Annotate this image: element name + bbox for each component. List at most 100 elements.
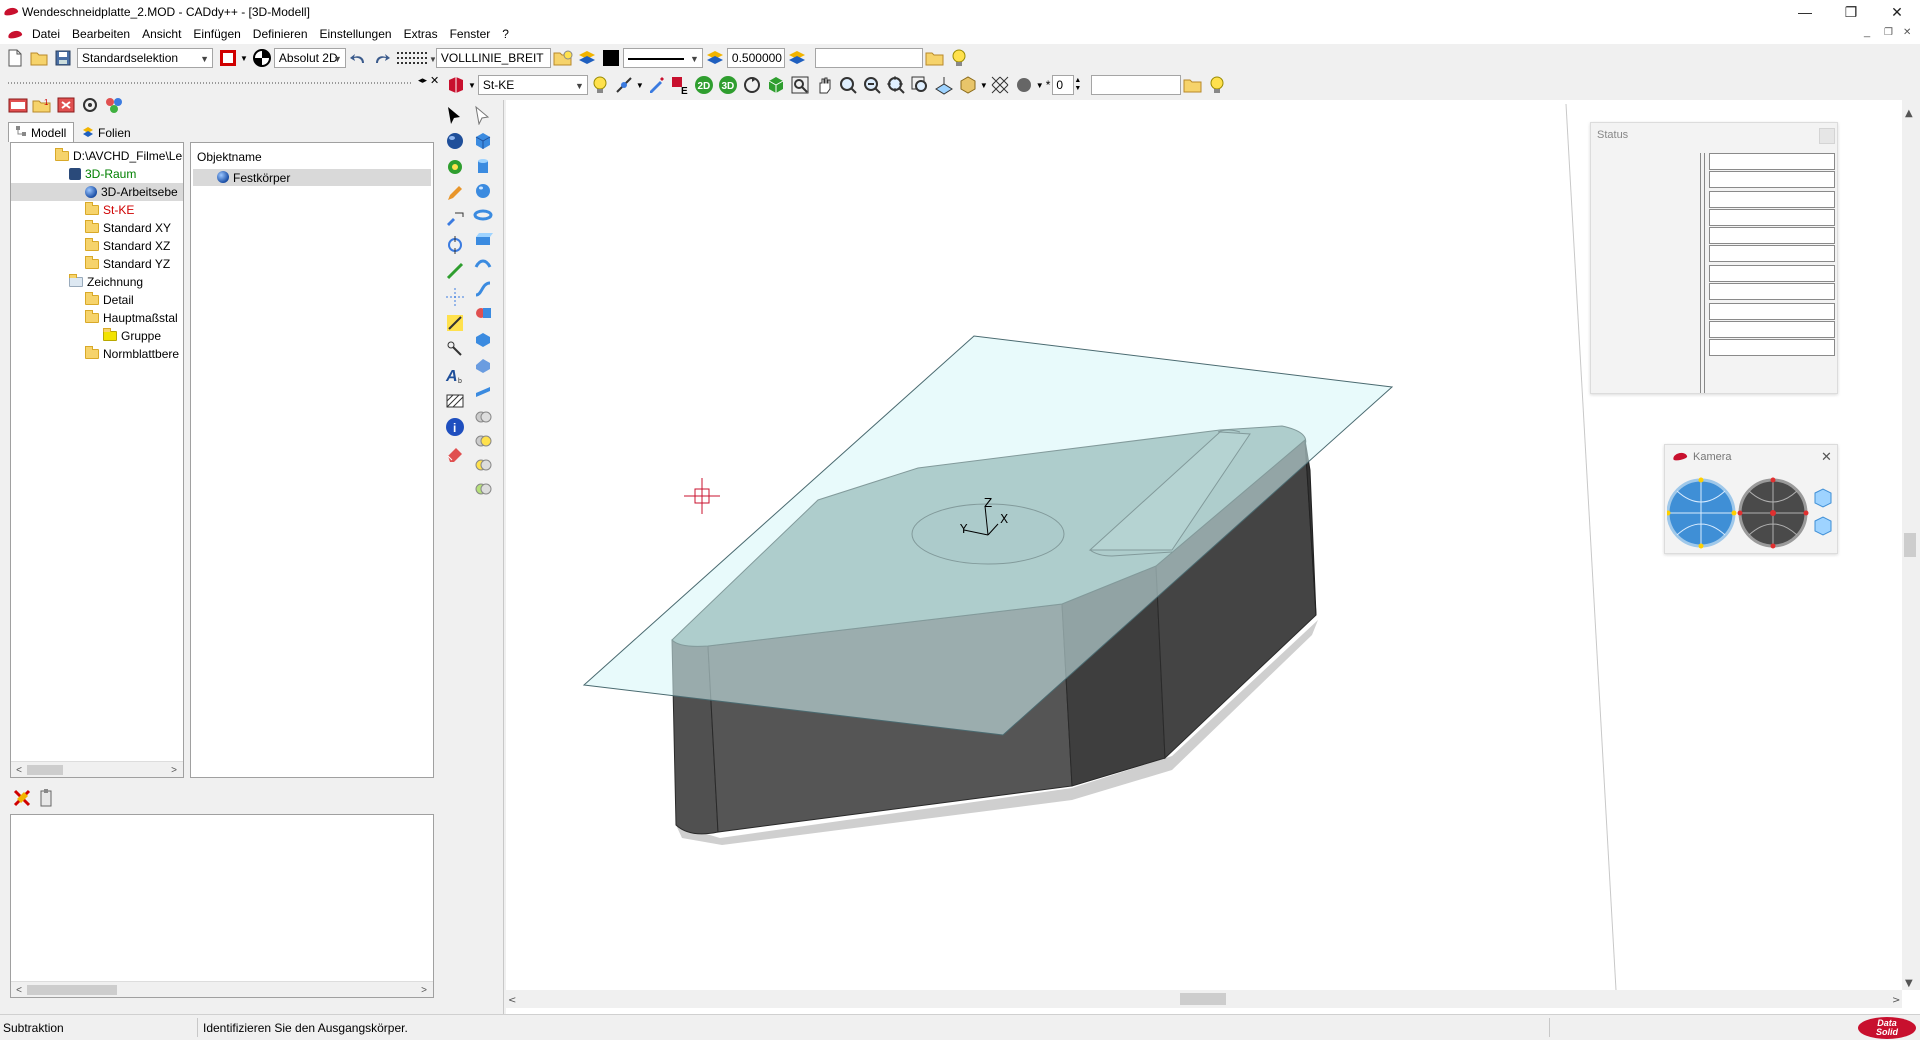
tree-item[interactable]: 3D-Arbeitsebe [11, 183, 183, 201]
text-tool-icon[interactable]: Ab [444, 364, 466, 386]
box-view-icon[interactable] [957, 74, 979, 96]
menu-einfuegen[interactable]: Einfügen [187, 27, 246, 41]
tree-horizontal-scrollbar[interactable]: < > [11, 761, 183, 777]
lightbulb-icon[interactable] [948, 47, 970, 69]
tree-item[interactable]: D:\AVCHD_Filme\Lern [55, 147, 183, 165]
eraser-icon[interactable] [444, 442, 466, 464]
minimize-button[interactable]: — [1782, 0, 1828, 24]
close-button[interactable]: ✕ [1874, 0, 1920, 24]
delete-attribute-icon[interactable] [11, 787, 33, 809]
tab-modell[interactable]: Modell [8, 122, 74, 142]
status-value-field[interactable] [1709, 171, 1835, 188]
chevron-down-icon[interactable]: ▼ [240, 54, 248, 63]
spin-value-field[interactable]: 0 [1052, 75, 1075, 95]
status-value-field[interactable] [1709, 321, 1835, 338]
layers-icon[interactable] [704, 47, 726, 69]
view-plane-icon[interactable] [933, 74, 955, 96]
linestyle-select[interactable]: ▼ [622, 48, 703, 68]
linetype-field[interactable]: VOLLLINIE_BREIT [435, 48, 551, 68]
hatch-tool-icon[interactable] [444, 390, 466, 412]
scroll-right-icon[interactable]: > [167, 763, 181, 777]
properties-icon[interactable] [103, 94, 125, 116]
tree-item[interactable]: Detail [85, 291, 134, 309]
status-value-field[interactable] [1709, 209, 1835, 226]
line-width-field[interactable]: 0.500000 [726, 48, 785, 68]
tree-item[interactable]: Standard XY [85, 219, 171, 237]
tree-item[interactable]: Gruppe [103, 327, 161, 345]
view-3d-button[interactable]: 3D [717, 74, 739, 96]
status-value-field[interactable] [1709, 227, 1835, 244]
pick-pen-icon[interactable] [645, 74, 667, 96]
menu-einstellungen[interactable]: Einstellungen [314, 27, 398, 41]
layers-icon[interactable] [576, 47, 598, 69]
split-icon[interactable] [472, 478, 494, 500]
render-sphere-icon[interactable] [1013, 74, 1035, 96]
undo-icon[interactable] [347, 47, 369, 69]
panel-close-icon[interactable]: ✕ [430, 74, 439, 87]
symbol-tool-icon[interactable] [444, 338, 466, 360]
menu-definieren[interactable]: Definieren [247, 27, 314, 41]
zoom-out-icon[interactable] [861, 74, 883, 96]
pan-hand-icon[interactable] [813, 74, 835, 96]
tree-item[interactable]: Standard XZ [85, 237, 170, 255]
status-value-field[interactable] [1709, 303, 1835, 320]
edge-e-icon[interactable]: E [669, 74, 691, 96]
snap-point-icon[interactable] [613, 74, 635, 96]
camera-orbit-globe[interactable] [1667, 477, 1737, 549]
tree-item[interactable]: Normblattbere [85, 345, 179, 363]
object-list-item[interactable]: Festkörper [193, 169, 431, 186]
view-2d-button[interactable]: 2D [693, 74, 715, 96]
paste-attribute-icon[interactable] [35, 787, 57, 809]
mdi-restore-button[interactable]: ❐ [1884, 27, 1893, 38]
scroll-left-icon[interactable]: < [12, 763, 26, 777]
layers-icon[interactable] [786, 47, 808, 69]
layer-select[interactable]: St-KE ▼ [477, 75, 588, 95]
tree-item[interactable]: St-KE [85, 201, 134, 219]
pin-icon[interactable]: ◂▸ [418, 75, 427, 86]
revolve-icon[interactable] [472, 254, 494, 276]
redo-icon[interactable] [371, 47, 393, 69]
folder-search-icon[interactable] [924, 47, 946, 69]
select-frame-icon[interactable] [217, 47, 239, 69]
scroll-left-icon[interactable]: < [12, 983, 26, 997]
tree-item[interactable]: Standard YZ [85, 255, 170, 273]
coordinate-mode-select[interactable]: Absolut 2D ▼ [273, 48, 346, 68]
dimension-tool-icon[interactable] [444, 312, 466, 334]
menu-fenster[interactable]: Fenster [444, 27, 497, 41]
status-close-button[interactable] [1819, 128, 1835, 144]
attribute-horizontal-scrollbar[interactable]: < > [11, 981, 433, 997]
transform-tool-icon[interactable] [444, 234, 466, 256]
tree-item[interactable]: Hauptmaßstal [85, 309, 178, 327]
union-icon[interactable] [472, 406, 494, 428]
open-folder-icon[interactable] [28, 47, 50, 69]
boolean-icon[interactable] [472, 302, 494, 324]
intersect-icon[interactable] [472, 454, 494, 476]
measure-tool-icon[interactable] [444, 156, 466, 178]
fillet-icon[interactable] [472, 328, 494, 350]
menu-ansicht[interactable]: Ansicht [136, 27, 187, 41]
construction-line-icon[interactable] [444, 286, 466, 308]
doc-logo-icon[interactable] [7, 29, 23, 39]
chevron-down-icon[interactable]: ▼ [980, 81, 988, 90]
solid-tool-icon[interactable] [445, 74, 467, 96]
tab-folien[interactable]: Folien [76, 124, 142, 142]
zoom-window-icon[interactable] [789, 74, 811, 96]
status-value-field[interactable] [1709, 265, 1835, 282]
save-icon[interactable] [52, 47, 74, 69]
menu-help[interactable]: ? [496, 27, 515, 41]
select-arrow-icon[interactable] [444, 104, 466, 126]
lightbulb-icon[interactable] [1206, 74, 1228, 96]
status-value-field[interactable] [1709, 339, 1835, 356]
coordinate-icon[interactable] [251, 47, 273, 69]
menu-datei[interactable]: Datei [26, 27, 66, 41]
scroll-right-icon[interactable]: > [417, 983, 431, 997]
shade-cube-icon[interactable] [765, 74, 787, 96]
spin-stepper[interactable]: ▲ ▼ [1074, 77, 1081, 93]
search-field[interactable] [814, 48, 923, 68]
mdi-minimize-button[interactable]: _ [1864, 26, 1870, 38]
select-solid-arrow-icon[interactable] [472, 104, 494, 126]
status-value-field[interactable] [1709, 283, 1835, 300]
layer-folder-icon[interactable] [552, 47, 574, 69]
sweep-icon[interactable] [472, 278, 494, 300]
subtract-icon[interactable] [472, 430, 494, 452]
